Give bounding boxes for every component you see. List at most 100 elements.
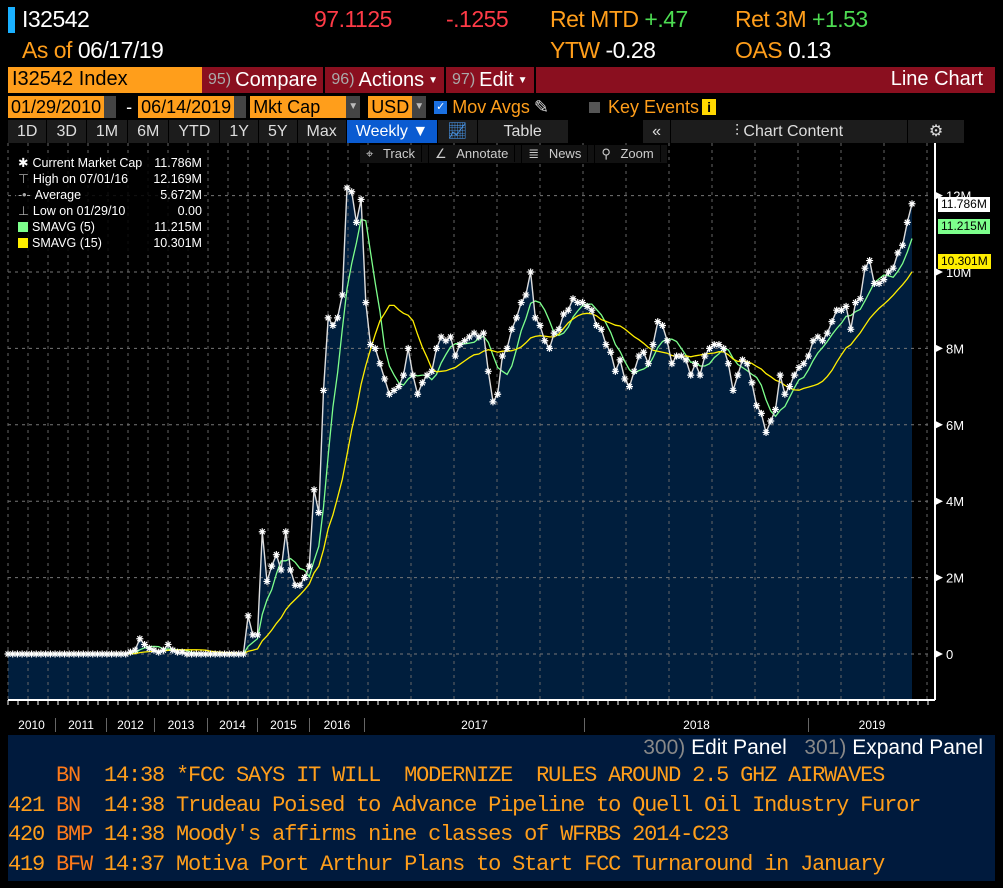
pencil-icon[interactable]: ✎ (534, 97, 549, 118)
year-label: 2017 (365, 718, 585, 732)
data-point-marker (334, 314, 342, 322)
period-1m[interactable]: 1M (86, 120, 128, 143)
period-5y[interactable]: 5Y (258, 120, 297, 143)
data-point-marker (677, 352, 685, 360)
chevron-down-icon: ▼ (428, 74, 439, 86)
data-point-marker (287, 566, 294, 574)
data-point-marker (739, 356, 746, 364)
field-select[interactable]: Mkt Cap (250, 96, 347, 118)
data-point-marker (385, 390, 393, 398)
calendar-icon[interactable] (104, 96, 117, 118)
data-point-marker (776, 371, 784, 379)
low-icon: ⊥ (18, 204, 29, 218)
chevron-down-icon[interactable]: ▼ (412, 96, 427, 118)
collapse-icon[interactable]: « (643, 120, 670, 143)
period-1d[interactable]: 1D (8, 120, 47, 143)
news-tool[interactable]: ≣ News (522, 145, 596, 163)
data-point-marker (310, 486, 318, 494)
track-tool[interactable]: ⌖ Track (360, 145, 429, 163)
news-source: BN (56, 792, 105, 818)
period-6m[interactable]: 6M (128, 120, 169, 143)
data-point-marker (743, 360, 751, 368)
expand-panel-button[interactable]: 301) Expand Panel (804, 736, 983, 759)
data-point-marker (545, 344, 553, 352)
table-button[interactable]: Table (477, 120, 568, 143)
data-point-marker (809, 337, 817, 345)
y-tick-label: 0 (946, 647, 953, 662)
data-point-marker (352, 218, 360, 226)
data-point-marker (804, 352, 812, 360)
data-point-marker (319, 386, 327, 394)
period-3d[interactable]: 3D (47, 120, 86, 143)
mov-avgs-checkbox[interactable]: ✓ (434, 100, 448, 114)
news-item[interactable]: BN 14:38 *FCC SAYS IT WILL MODERNIZE RUL… (8, 761, 995, 791)
line-chart-icon[interactable]: 📈︎ (438, 120, 477, 143)
annotate-tool[interactable]: ∠ Annotate (429, 145, 523, 163)
data-point-marker (866, 257, 874, 265)
data-point-marker (376, 360, 384, 368)
chart-content-button[interactable]: ⫶ Chart Content (671, 120, 907, 143)
year-label: 2012 (107, 718, 155, 732)
y-tick (935, 344, 943, 353)
chevron-down-icon: ▼ (517, 74, 528, 86)
news-number: 421 (8, 792, 57, 818)
news-headline: Moody's affirms nine classes of WFRBS 20… (176, 822, 729, 847)
data-point-marker (715, 341, 723, 349)
data-point-marker (418, 379, 426, 387)
zoom-tool[interactable]: ⚲ Zoom (595, 145, 668, 163)
chart-legend: ✱ Current Market Cap 11.786M ⊤ High on 07/0… (16, 155, 204, 251)
data-point-marker (395, 383, 403, 391)
period-max[interactable]: Max (297, 120, 346, 143)
high-icon: ⊤ (18, 172, 29, 186)
panel-bar: 300) Edit Panel 301) Expand Panel (8, 735, 995, 761)
edit-button[interactable]: 97) Edit ▼ (446, 67, 536, 93)
legend-sma15: SMAVG (15) 10.301M (18, 235, 202, 251)
currency-select[interactable]: USD (368, 96, 413, 118)
as-of-label: As of (22, 37, 72, 63)
data-point-marker (729, 386, 737, 394)
gear-icon[interactable]: ⚙ (908, 120, 964, 143)
data-point-marker (131, 646, 139, 654)
calendar-icon[interactable] (234, 96, 247, 118)
info-icon[interactable]: i (702, 99, 717, 115)
data-point-marker (305, 562, 313, 570)
news-time: 14:38 (104, 822, 177, 847)
ticker-accent (8, 7, 15, 33)
data-point-marker (159, 646, 167, 654)
news-time: 14:38 (104, 763, 177, 788)
y-tick-label: 4M (946, 494, 964, 509)
news-headline: Motiva Port Arthur Plans to Start FCC Tu… (176, 851, 885, 877)
data-point-marker (451, 352, 459, 360)
news-number: 419 (8, 851, 57, 877)
news-item[interactable]: 419 BFW 14:37 Motiva Port Arthur Plans t… (8, 850, 995, 880)
news-item[interactable]: 421 BN 14:38 Trudeau Poised to Advance P… (8, 791, 995, 821)
data-point-marker (823, 329, 831, 337)
start-date-input[interactable]: 01/29/2010 (8, 96, 105, 118)
security-input[interactable]: I32542 Index (8, 67, 202, 93)
data-point-marker (635, 352, 643, 360)
compare-button[interactable]: 95) Compare (202, 67, 326, 93)
edit-panel-button[interactable]: 300) Edit Panel (643, 736, 787, 759)
actions-button[interactable]: 96) Actions ▼ (325, 67, 447, 93)
key-events-checkbox[interactable] (589, 101, 601, 113)
data-point-marker (696, 371, 704, 379)
period-ytd[interactable]: YTD (169, 120, 220, 143)
end-date-input[interactable]: 06/14/2019 (138, 96, 235, 118)
chevron-down-icon[interactable]: ▼ (346, 96, 361, 118)
price: 97.1125 (314, 6, 392, 32)
period-1y[interactable]: 1Y (220, 120, 258, 143)
data-point-marker (550, 329, 558, 337)
data-point-marker (268, 562, 276, 570)
data-point-marker (541, 337, 549, 345)
legend-average: -•- Average 5.672M (18, 188, 202, 202)
data-point-marker (861, 264, 869, 272)
news-item[interactable]: 420 BMP 14:38 Moody's affirms nine class… (8, 820, 995, 850)
data-point-marker (489, 398, 497, 406)
data-point-marker (447, 333, 455, 341)
data-point-marker (508, 325, 516, 333)
data-point-marker (654, 318, 662, 326)
data-point-marker (828, 318, 836, 326)
data-point-marker (724, 360, 732, 368)
frequency-select[interactable]: Weekly ▼ (346, 120, 438, 143)
data-point-marker (899, 241, 907, 249)
